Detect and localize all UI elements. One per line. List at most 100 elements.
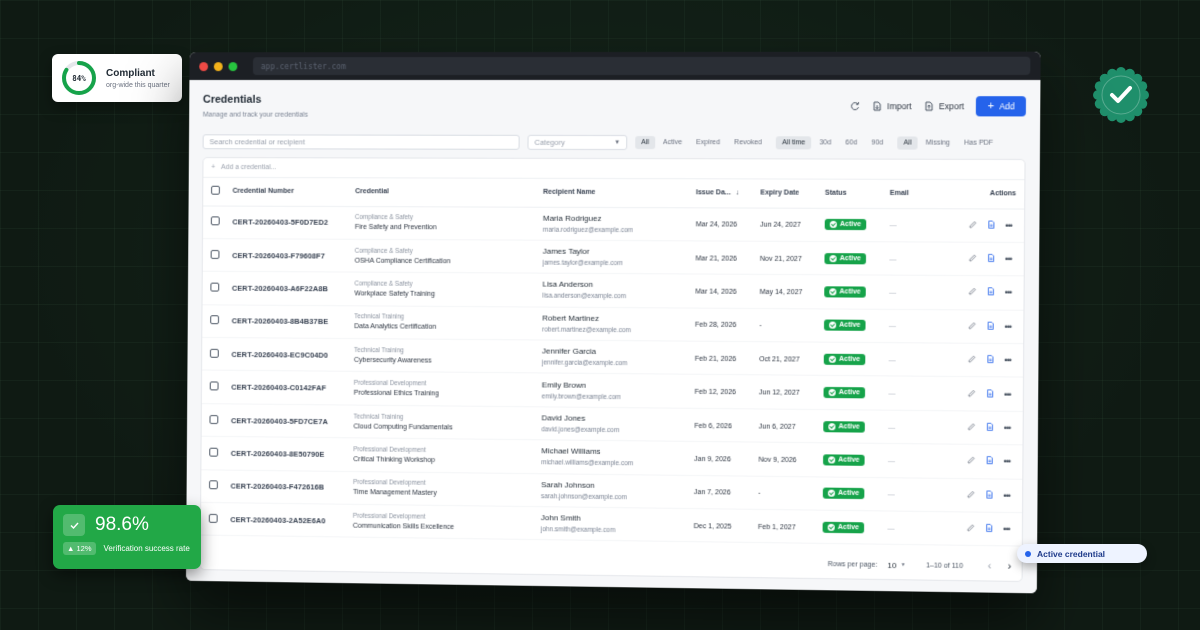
search-input[interactable]: Search credential or recipient bbox=[202, 134, 520, 150]
export-button[interactable]: Export bbox=[924, 101, 964, 111]
row-checkbox[interactable] bbox=[209, 480, 218, 490]
pdf-filter-all[interactable]: All bbox=[897, 136, 918, 150]
more-options-icon[interactable]: ••• bbox=[1004, 423, 1011, 433]
more-options-icon[interactable]: ••• bbox=[1003, 524, 1010, 534]
more-options-icon[interactable]: ••• bbox=[1004, 322, 1011, 332]
recipient-email: lisa.anderson@example.com bbox=[542, 293, 627, 301]
row-checkbox[interactable] bbox=[209, 348, 219, 358]
view-pdf-button[interactable] bbox=[985, 457, 993, 467]
edit-button[interactable] bbox=[967, 423, 975, 433]
recipient-name: James Taylor bbox=[542, 246, 590, 256]
status-filter-expired[interactable]: Expired bbox=[690, 136, 726, 149]
rows-per-page-select[interactable]: 10 ▼ bbox=[887, 560, 905, 569]
column-recipient-name[interactable]: Recipient Name bbox=[539, 178, 693, 208]
expiry-date: Nov 21, 2027 bbox=[759, 255, 802, 263]
chevron-down-icon: ▼ bbox=[614, 139, 621, 146]
view-pdf-button[interactable] bbox=[986, 389, 994, 399]
import-button[interactable]: Import bbox=[872, 101, 912, 111]
status-filter-all[interactable]: All bbox=[635, 136, 656, 150]
more-options-icon[interactable]: ••• bbox=[1004, 355, 1011, 365]
more-options-icon[interactable]: ••• bbox=[1004, 389, 1011, 399]
view-pdf-button[interactable] bbox=[985, 423, 993, 433]
add-credential-row[interactable]: + Add a credential... bbox=[203, 158, 1025, 181]
column-credential[interactable]: Credential bbox=[351, 178, 540, 207]
next-page-button[interactable]: › bbox=[1008, 561, 1012, 573]
check-circle-icon bbox=[829, 254, 837, 262]
pdf-filter-missing[interactable]: Missing bbox=[920, 137, 956, 150]
edit-button[interactable] bbox=[967, 456, 975, 466]
view-pdf-button[interactable] bbox=[986, 355, 994, 365]
recipient-email: jennifer.garcia@example.com bbox=[541, 359, 628, 368]
pdf-filter-has-pdf[interactable]: Has PDF bbox=[958, 137, 999, 150]
column-email[interactable]: Email bbox=[885, 179, 937, 209]
table-row[interactable]: CERT-20260403-A6F22A8B Compliance & Safet… bbox=[202, 271, 1024, 310]
more-options-icon[interactable]: ••• bbox=[1005, 288, 1012, 298]
range-filter-all-time[interactable]: All time bbox=[775, 136, 812, 150]
active-credential-legend: Active credential bbox=[1017, 544, 1147, 563]
close-window-button[interactable] bbox=[199, 61, 209, 71]
row-checkbox[interactable] bbox=[209, 414, 219, 424]
range-filter-60d[interactable]: 60d bbox=[839, 136, 863, 149]
column-credential-number[interactable]: Credential Number bbox=[228, 177, 352, 207]
address-bar[interactable]: app.certlister.com bbox=[252, 56, 1031, 76]
credential-number: CERT-20260403-5F0D7ED2 bbox=[232, 217, 329, 227]
previous-page-button[interactable]: ‹ bbox=[988, 560, 992, 572]
maximize-window-button[interactable] bbox=[228, 61, 238, 71]
view-pdf-button[interactable] bbox=[986, 321, 994, 331]
refresh-button[interactable] bbox=[850, 101, 860, 111]
column-issue-date[interactable]: Issue Da... ↓ bbox=[691, 179, 757, 208]
edit-button[interactable] bbox=[967, 490, 975, 500]
row-checkbox[interactable] bbox=[210, 282, 220, 292]
credential-number: CERT-20260403-C0142FAF bbox=[231, 382, 327, 393]
status-label: Active bbox=[839, 288, 861, 296]
edit-button[interactable] bbox=[967, 355, 975, 365]
expiry-date: Jun 6, 2027 bbox=[758, 423, 796, 431]
row-checkbox[interactable] bbox=[210, 216, 220, 226]
select-all-checkbox[interactable] bbox=[211, 186, 220, 195]
minimize-window-button[interactable] bbox=[213, 61, 223, 71]
more-options-icon[interactable]: ••• bbox=[1005, 254, 1012, 264]
add-credential-button[interactable]: + Add bbox=[976, 96, 1027, 117]
column-expiry-date[interactable]: Expiry Date bbox=[756, 179, 821, 208]
edit-button[interactable] bbox=[968, 220, 976, 230]
row-checkbox[interactable] bbox=[209, 381, 219, 391]
verification-rate-value: 98.6% bbox=[95, 514, 149, 535]
category-select[interactable]: Category ▼ bbox=[527, 134, 628, 151]
rows-per-page-value: 10 bbox=[887, 560, 897, 570]
credential-number: CERT-20260403-5FD7CE7A bbox=[230, 415, 328, 426]
view-pdf-button[interactable] bbox=[986, 288, 994, 298]
email-status: — bbox=[889, 256, 897, 264]
range-filter-90d[interactable]: 90d bbox=[865, 136, 889, 149]
edit-button[interactable] bbox=[967, 389, 975, 399]
more-options-icon[interactable]: ••• bbox=[1005, 220, 1012, 230]
edit-button[interactable] bbox=[966, 524, 974, 534]
more-options-icon[interactable]: ••• bbox=[1003, 490, 1010, 500]
range-filter-30d[interactable]: 30d bbox=[813, 136, 837, 149]
table-row[interactable]: CERT-20260403-5F0D7ED2 Compliance & Safet… bbox=[202, 205, 1025, 243]
view-pdf-button[interactable] bbox=[987, 220, 995, 230]
edit-button[interactable] bbox=[968, 254, 976, 264]
view-pdf-button[interactable] bbox=[985, 490, 993, 500]
edit-button[interactable] bbox=[968, 288, 976, 298]
table-row[interactable]: CERT-20260403-F79608F7 Compliance & Safet… bbox=[202, 238, 1024, 277]
row-checkbox[interactable] bbox=[208, 513, 218, 523]
view-pdf-button[interactable] bbox=[985, 524, 993, 534]
credential-number: CERT-20260403-F79608F7 bbox=[232, 250, 325, 261]
status-badge: Active bbox=[823, 387, 866, 399]
recipient-name: Robert Martinez bbox=[542, 313, 599, 323]
edit-button[interactable] bbox=[968, 321, 976, 331]
compliance-percent: 84% bbox=[72, 73, 86, 83]
column-status[interactable]: Status bbox=[820, 179, 886, 209]
status-filter-active[interactable]: Active bbox=[657, 136, 688, 149]
more-options-icon[interactable]: ••• bbox=[1004, 457, 1011, 467]
issue-date-label: Issue Da... bbox=[695, 189, 731, 197]
compliance-ring: 84% bbox=[60, 59, 98, 97]
status-label: Active bbox=[838, 355, 861, 363]
row-checkbox[interactable] bbox=[209, 447, 219, 457]
status-filter-revoked[interactable]: Revoked bbox=[728, 136, 768, 149]
issue-date: Feb 6, 2026 bbox=[694, 422, 732, 430]
view-pdf-button[interactable] bbox=[987, 254, 995, 264]
issue-date: Mar 21, 2026 bbox=[695, 255, 738, 263]
row-checkbox[interactable] bbox=[210, 249, 220, 259]
row-checkbox[interactable] bbox=[210, 315, 220, 325]
